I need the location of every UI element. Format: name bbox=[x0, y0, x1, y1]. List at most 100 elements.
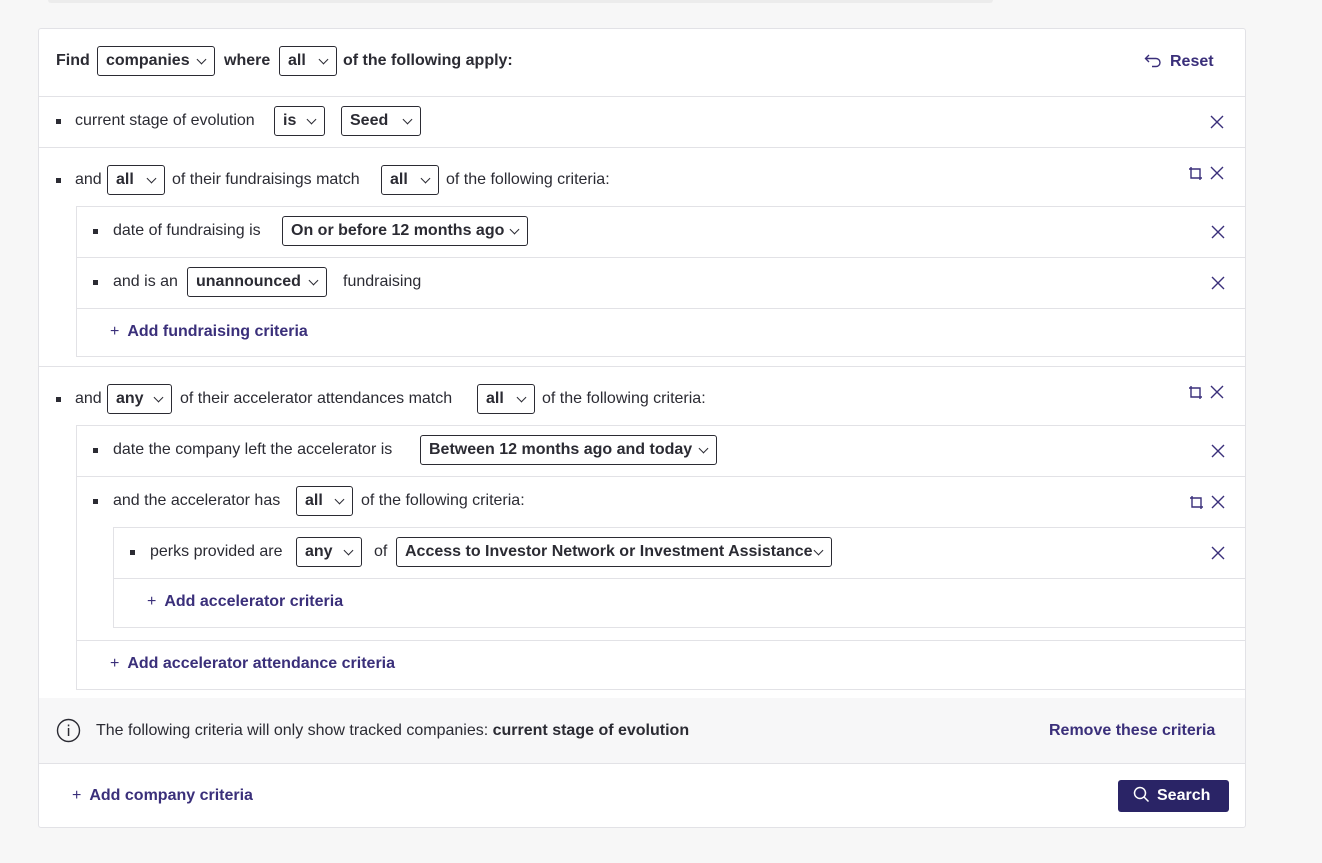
fundraising-quantifier-select[interactable]: all bbox=[107, 165, 165, 195]
search-button[interactable]: Search bbox=[1118, 780, 1229, 812]
perks-value: Access to Investor Network or Investment… bbox=[405, 543, 813, 560]
reset-label: Reset bbox=[1170, 53, 1214, 70]
chevron-down-icon bbox=[343, 545, 354, 556]
perks-of-label: of bbox=[374, 543, 388, 560]
plus-icon: + bbox=[147, 593, 157, 610]
accelerator-quantifier-value: any bbox=[116, 390, 144, 407]
remove-criterion-icon[interactable] bbox=[1211, 444, 1225, 458]
chevron-down-icon bbox=[509, 224, 520, 235]
stage-value-select[interactable]: Seed bbox=[341, 106, 421, 136]
accelerator-has-select[interactable]: all bbox=[296, 486, 353, 516]
chevron-down-icon bbox=[306, 114, 317, 125]
fundraising-match-label: of their fundraisings match bbox=[172, 171, 360, 188]
tracked-companies-notice: The following criteria will only show tr… bbox=[39, 698, 1245, 763]
fundraising-match-select[interactable]: all bbox=[381, 165, 439, 195]
fundraising-type-label: and is an bbox=[113, 273, 178, 290]
undo-icon bbox=[1144, 54, 1161, 68]
find-label: Find bbox=[56, 52, 90, 69]
fundraising-add-row: + Add fundraising criteria bbox=[77, 308, 1245, 357]
bullet bbox=[56, 397, 61, 402]
plus-icon: + bbox=[110, 655, 120, 672]
chevron-down-icon bbox=[146, 173, 157, 184]
add-company-criteria-link[interactable]: + Add company criteria bbox=[72, 787, 253, 805]
remove-criterion-icon[interactable] bbox=[1211, 276, 1225, 290]
chevron-down-icon bbox=[402, 114, 413, 125]
chevron-down-icon bbox=[813, 545, 824, 556]
query-header: Find companies where all of the followin… bbox=[39, 29, 1245, 96]
criterion-fundraising-group: and all of their fundraisings match all … bbox=[39, 147, 1245, 367]
accelerator-add-row: + Add accelerator attendance criteria bbox=[77, 640, 1245, 690]
remove-group-icon[interactable] bbox=[1210, 166, 1224, 180]
add-accelerator-attendance-criteria-link[interactable]: + Add accelerator attendance criteria bbox=[110, 655, 395, 673]
bullet bbox=[93, 280, 98, 285]
remove-group-icon[interactable] bbox=[1210, 385, 1224, 399]
criterion-accelerator-group: and any of their accelerator attendances… bbox=[39, 366, 1245, 699]
fundraising-type-select[interactable]: unannounced bbox=[187, 267, 327, 297]
add-accelerator-criteria-label: Add accelerator criteria bbox=[164, 593, 344, 610]
stage-operator-value: is bbox=[283, 112, 297, 129]
fundraising-type-row: and is an unannounced fundraising bbox=[77, 257, 1245, 308]
perks-value-select[interactable]: Access to Investor Network or Investment… bbox=[396, 537, 832, 567]
bullet bbox=[56, 119, 61, 124]
chevron-down-icon bbox=[698, 443, 709, 454]
fundraising-match-value: all bbox=[390, 171, 408, 188]
accelerator-date-label: date the company left the accelerator is bbox=[113, 441, 393, 458]
accelerator-date-value: Between 12 months ago and today bbox=[429, 441, 693, 458]
search-icon bbox=[1133, 786, 1150, 803]
accelerator-perks-subcriteria: perks provided are any of Access to Inve… bbox=[113, 527, 1245, 628]
accelerator-quantifier-select[interactable]: any bbox=[107, 384, 172, 414]
notice-field: current stage of evolution bbox=[492, 722, 690, 739]
chevron-down-icon bbox=[420, 173, 431, 184]
fundraising-and-label: and bbox=[75, 171, 102, 188]
fundraising-quantifier-value: all bbox=[116, 171, 134, 188]
stage-operator-select[interactable]: is bbox=[274, 106, 325, 136]
perks-add-row: + Add accelerator criteria bbox=[114, 578, 1245, 628]
accelerator-suffix-label: of the following criteria: bbox=[542, 390, 706, 407]
accelerator-match-value: all bbox=[486, 390, 504, 407]
add-accelerator-criteria-link[interactable]: + Add accelerator criteria bbox=[147, 593, 343, 611]
criterion-stage: current stage of evolution is Seed bbox=[39, 96, 1245, 147]
remove-group-icon[interactable] bbox=[1211, 495, 1225, 509]
stage-label: current stage of evolution bbox=[75, 112, 255, 129]
quantifier-select-value: all bbox=[288, 52, 306, 69]
perks-quantifier-select[interactable]: any bbox=[296, 537, 362, 567]
fundraising-type-value: unannounced bbox=[196, 273, 301, 290]
fundraising-suffix-label: of the following criteria: bbox=[446, 171, 610, 188]
remove-these-criteria-link[interactable]: Remove these criteria bbox=[1049, 722, 1215, 740]
remove-criterion-icon[interactable] bbox=[1211, 546, 1225, 560]
duplicate-group-icon[interactable] bbox=[1188, 166, 1203, 181]
add-company-criteria-label: Add company criteria bbox=[89, 787, 253, 804]
accelerator-has-group: and the accelerator has all of the follo… bbox=[77, 476, 1245, 640]
bullet bbox=[93, 499, 98, 504]
remove-criterion-icon[interactable] bbox=[1210, 115, 1224, 129]
search-button-label: Search bbox=[1157, 787, 1211, 804]
bullet bbox=[56, 178, 61, 183]
notice-text: The following criteria will only show tr… bbox=[96, 722, 689, 740]
fundraising-subcriteria: date of fundraising is On or before 12 m… bbox=[76, 206, 1245, 357]
fundraising-date-row: date of fundraising is On or before 12 m… bbox=[77, 207, 1245, 257]
entity-select-value: companies bbox=[106, 52, 190, 69]
accelerator-and-label: and bbox=[75, 390, 102, 407]
fundraising-type-suffix: fundraising bbox=[343, 273, 422, 290]
reset-button[interactable]: Reset bbox=[1144, 52, 1214, 71]
duplicate-group-icon[interactable] bbox=[1188, 385, 1203, 400]
chevron-down-icon bbox=[153, 392, 164, 403]
chevron-down-icon bbox=[334, 494, 345, 505]
quantifier-select[interactable]: all bbox=[279, 46, 337, 76]
duplicate-group-icon[interactable] bbox=[1189, 495, 1204, 510]
accelerator-subcriteria: date the company left the accelerator is… bbox=[76, 425, 1245, 690]
accelerator-has-suffix: of the following criteria: bbox=[361, 492, 525, 509]
perks-row: perks provided are any of Access to Inve… bbox=[114, 528, 1245, 578]
accelerator-date-row: date the company left the accelerator is… bbox=[77, 426, 1245, 476]
accelerator-match-label: of their accelerator attendances match bbox=[180, 390, 453, 407]
add-fundraising-criteria-link[interactable]: + Add fundraising criteria bbox=[110, 323, 308, 341]
fundraising-date-select[interactable]: On or before 12 months ago bbox=[282, 216, 528, 246]
accelerator-has-value: all bbox=[305, 492, 323, 509]
accelerator-date-select[interactable]: Between 12 months ago and today bbox=[420, 435, 717, 465]
info-icon bbox=[56, 718, 81, 743]
entity-select[interactable]: companies bbox=[97, 46, 215, 76]
where-label: where bbox=[224, 52, 271, 69]
accelerator-match-select[interactable]: all bbox=[477, 384, 535, 414]
search-builder-panel: Find companies where all of the followin… bbox=[38, 28, 1246, 828]
remove-criterion-icon[interactable] bbox=[1211, 225, 1225, 239]
